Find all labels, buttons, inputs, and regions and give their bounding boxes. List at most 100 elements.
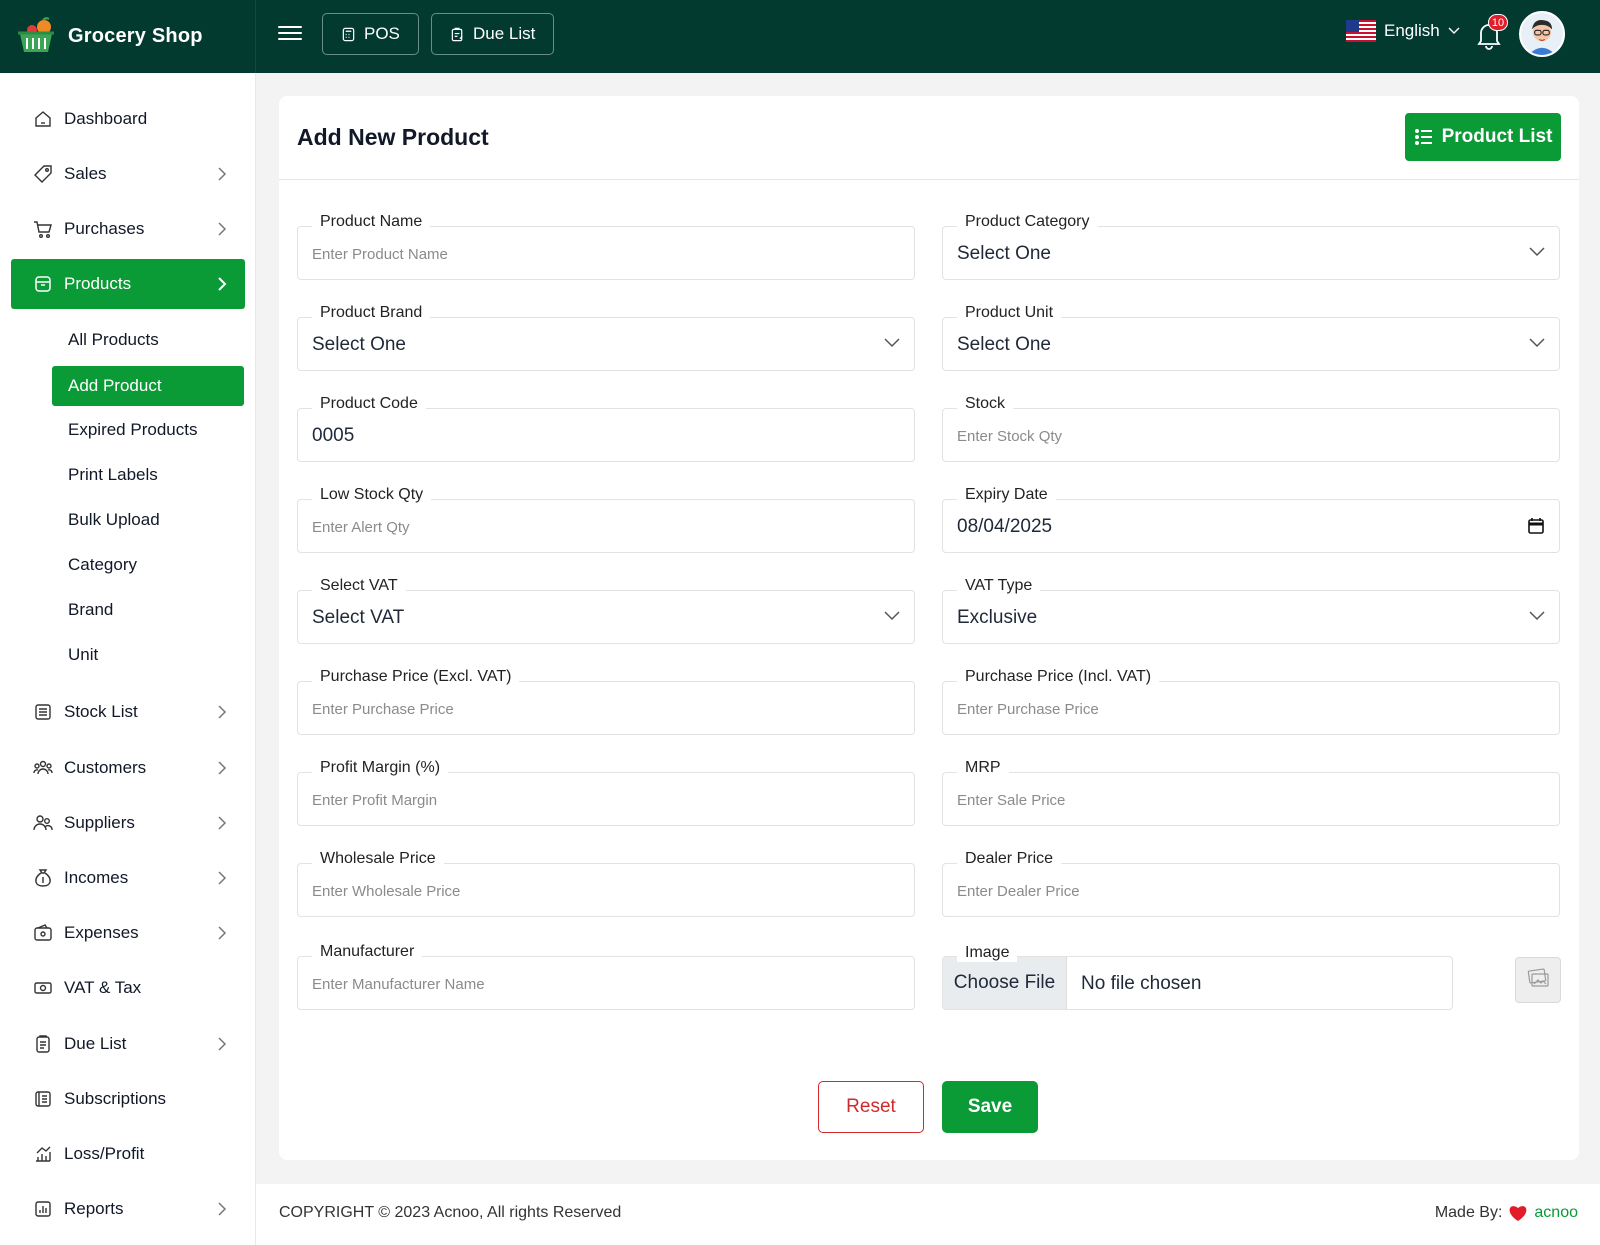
sidebar-item-dashboard[interactable]: Dashboard: [11, 94, 245, 144]
sidebar-subitem-category[interactable]: Category: [52, 545, 244, 585]
calendar-icon[interactable]: [1527, 517, 1545, 535]
due-list-button[interactable]: Due List: [431, 13, 555, 55]
subitem-label: Brand: [68, 600, 114, 619]
avatar[interactable]: [1519, 11, 1565, 57]
page-title: Add New Product: [297, 124, 489, 150]
vat-type-select[interactable]: VAT Type Exclusive: [942, 577, 1560, 644]
field-label: Product Brand: [312, 304, 431, 322]
field-value: Select One: [957, 334, 1051, 355]
chevron-down-icon: [1448, 27, 1460, 34]
menu-icon[interactable]: [278, 22, 302, 44]
chevron-right-icon: [218, 816, 227, 830]
chevron-right-icon: [218, 167, 227, 181]
wholesale-price-field[interactable]: Wholesale Price Enter Wholesale Price: [297, 850, 915, 917]
language-selector[interactable]: English: [1346, 20, 1460, 42]
notification-badge: 10: [1488, 14, 1508, 31]
field-placeholder: Enter Manufacturer Name: [312, 976, 485, 993]
save-button[interactable]: Save: [942, 1081, 1038, 1133]
mrp-field[interactable]: MRP Enter Sale Price: [942, 759, 1560, 826]
sidebar-item-expenses[interactable]: Expenses: [11, 908, 245, 958]
sidebar-item-sales[interactable]: Sales: [11, 149, 245, 199]
made-by: Made By: acnoo: [1435, 1204, 1578, 1222]
cart-icon: [33, 219, 53, 239]
file-status: No file chosen: [1081, 973, 1202, 994]
field-placeholder: Enter Stock Qty: [957, 428, 1063, 445]
sidebar-item-loss-profit[interactable]: Loss/Profit: [11, 1129, 245, 1179]
profit-margin-field[interactable]: Profit Margin (%) Enter Profit Margin: [297, 759, 915, 826]
product-name-field[interactable]: Product Name Enter Product Name: [297, 213, 915, 280]
chevron-right-icon: [218, 871, 227, 885]
chevron-right-icon: [218, 1202, 227, 1216]
chevron-down-icon: [1529, 611, 1545, 621]
low-stock-field[interactable]: Low Stock Qty Enter Alert Qty: [297, 486, 915, 553]
pos-button[interactable]: POS: [322, 13, 419, 55]
money-bag-icon: [33, 868, 53, 888]
sidebar-item-label: Due List: [64, 1034, 127, 1053]
sidebar-item-label: Sales: [64, 164, 107, 183]
choose-file-button[interactable]: Choose File: [943, 957, 1067, 1009]
select-vat-select[interactable]: Select VAT Select VAT: [297, 577, 915, 644]
bar-chart-icon: [33, 1144, 53, 1164]
product-brand-select[interactable]: Product Brand Select One: [297, 304, 915, 371]
due-list-label: Due List: [473, 24, 536, 43]
sidebar-item-products[interactable]: Products: [11, 259, 245, 309]
sidebar-subitem-all-products[interactable]: All Products: [52, 320, 244, 360]
purchase-price-incl-field[interactable]: Purchase Price (Incl. VAT) Enter Purchas…: [942, 668, 1560, 735]
sidebar-item-stock-list[interactable]: Stock List: [11, 687, 245, 737]
pos-label: POS: [364, 24, 400, 43]
sidebar-item-label: Reports: [64, 1199, 124, 1218]
author-link[interactable]: acnoo: [1534, 1204, 1578, 1222]
sidebar-item-label: Products: [64, 274, 132, 293]
image-file-input[interactable]: Choose File No file chosen: [942, 956, 1453, 1010]
image-preview: [1515, 957, 1561, 1003]
stock-field[interactable]: Stock Enter Stock Qty: [942, 395, 1560, 462]
sidebar-subitem-brand[interactable]: Brand: [52, 590, 244, 630]
sidebar-subitem-expired-products[interactable]: Expired Products: [52, 410, 244, 450]
sidebar-item-label: Customers: [64, 758, 147, 777]
manufacturer-field[interactable]: Manufacturer Enter Manufacturer Name: [297, 943, 915, 1010]
chevron-right-icon: [218, 761, 227, 775]
subitem-label: Bulk Upload: [68, 510, 160, 529]
sidebar-item-label: Incomes: [64, 868, 129, 887]
calculator-icon: [342, 27, 355, 41]
expiry-date-field[interactable]: Expiry Date 08/04/2025: [942, 486, 1560, 553]
sidebar-subitem-bulk-upload[interactable]: Bulk Upload: [52, 500, 244, 540]
user-group-icon: [33, 813, 53, 833]
sidebar-item-suppliers[interactable]: Suppliers: [11, 798, 245, 848]
brand[interactable]: Grocery Shop: [0, 0, 256, 73]
chevron-down-icon: [884, 611, 900, 621]
sidebar-subitem-unit[interactable]: Unit: [52, 635, 244, 675]
field-value: 0005: [312, 425, 355, 446]
reset-button[interactable]: Reset: [818, 1081, 924, 1133]
sidebar-item-vat-tax[interactable]: VAT & Tax: [11, 963, 245, 1013]
dealer-price-field[interactable]: Dealer Price Enter Dealer Price: [942, 850, 1560, 917]
sidebar-subitem-add-product[interactable]: Add Product: [52, 366, 244, 406]
product-code-field[interactable]: Product Code 0005: [297, 395, 915, 462]
sidebar-item-reports[interactable]: Reports: [11, 1184, 245, 1234]
tag-icon: [33, 164, 53, 184]
sidebar-item-label: Dashboard: [64, 109, 148, 128]
chevron-right-icon: [218, 926, 227, 940]
sidebar-item-purchases[interactable]: Purchases: [11, 204, 245, 254]
subitem-label: Expired Products: [68, 420, 198, 439]
field-value: Select One: [957, 243, 1051, 264]
no-image-icon: [1527, 968, 1549, 987]
sidebar: Dashboard Sales Purchases Products All P…: [0, 73, 256, 1245]
sidebar-item-customers[interactable]: Customers: [11, 743, 245, 793]
wallet-icon: [33, 923, 53, 943]
subitem-label: Category: [68, 555, 137, 574]
add-product-card: Add New Product Product List Product Nam…: [279, 96, 1579, 1160]
sidebar-item-subscriptions[interactable]: Subscriptions: [11, 1074, 245, 1124]
field-label: VAT Type: [957, 577, 1041, 595]
sidebar-subitem-print-labels[interactable]: Print Labels: [52, 455, 244, 495]
heart-icon: [1510, 1206, 1527, 1221]
product-unit-select[interactable]: Product Unit Select One: [942, 304, 1560, 371]
sidebar-item-due-list[interactable]: Due List: [11, 1019, 245, 1069]
product-list-button[interactable]: Product List: [1405, 113, 1561, 161]
field-label: Dealer Price: [957, 850, 1062, 868]
sidebar-item-incomes[interactable]: Incomes: [11, 853, 245, 903]
product-category-select[interactable]: Product Category Select One: [942, 213, 1560, 280]
report-icon: [33, 1199, 53, 1219]
field-placeholder: Enter Wholesale Price: [312, 883, 461, 900]
purchase-price-excl-field[interactable]: Purchase Price (Excl. VAT) Enter Purchas…: [297, 668, 915, 735]
